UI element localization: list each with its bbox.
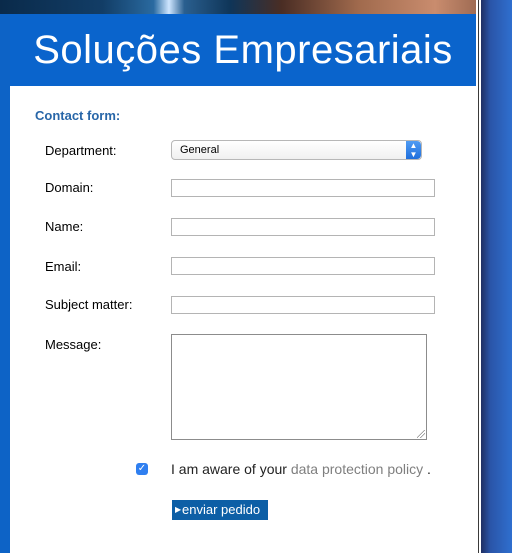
left-border — [0, 14, 10, 553]
submit-button-label: enviar pedido — [182, 502, 261, 517]
checkmark-icon: ✓ — [137, 463, 147, 474]
department-label: Department: — [45, 143, 117, 158]
triangle-right-icon: ▶ — [175, 505, 182, 514]
consent-text-before: I am aware of your — [171, 461, 287, 477]
email-label: Email: — [45, 259, 82, 274]
department-select[interactable]: General ▲ ▼ — [171, 140, 422, 160]
consent-text: I am aware of your data protection polic… — [171, 461, 431, 477]
page-title: Soluções Empresariais — [33, 27, 453, 72]
resize-grip-icon[interactable] — [417, 430, 425, 438]
subject-input[interactable] — [171, 296, 435, 314]
right-border — [476, 0, 512, 553]
subject-label: Subject matter: — [45, 297, 133, 312]
page-title-banner: Soluções Empresariais — [10, 14, 476, 86]
name-input[interactable] — [171, 218, 435, 236]
message-textarea[interactable] — [171, 334, 427, 440]
header-photo-strip — [0, 0, 512, 14]
domain-label: Domain: — [45, 180, 94, 195]
email-input[interactable] — [171, 257, 435, 275]
consent-text-after: . — [427, 461, 431, 477]
message-label: Message: — [45, 337, 102, 352]
submit-button[interactable]: ▶ enviar pedido — [172, 500, 268, 520]
contact-form: Contact form: Department: General ▲ ▼ Dom… — [10, 86, 476, 553]
updown-arrows-icon: ▲ ▼ — [406, 141, 421, 159]
data-protection-policy-link[interactable]: data protection policy — [291, 461, 423, 477]
department-selected-value: General — [180, 144, 220, 156]
form-title: Contact form: — [35, 108, 121, 123]
domain-input[interactable] — [171, 179, 435, 197]
consent-checkbox[interactable]: ✓ — [136, 463, 148, 475]
name-label: Name: — [45, 219, 84, 234]
